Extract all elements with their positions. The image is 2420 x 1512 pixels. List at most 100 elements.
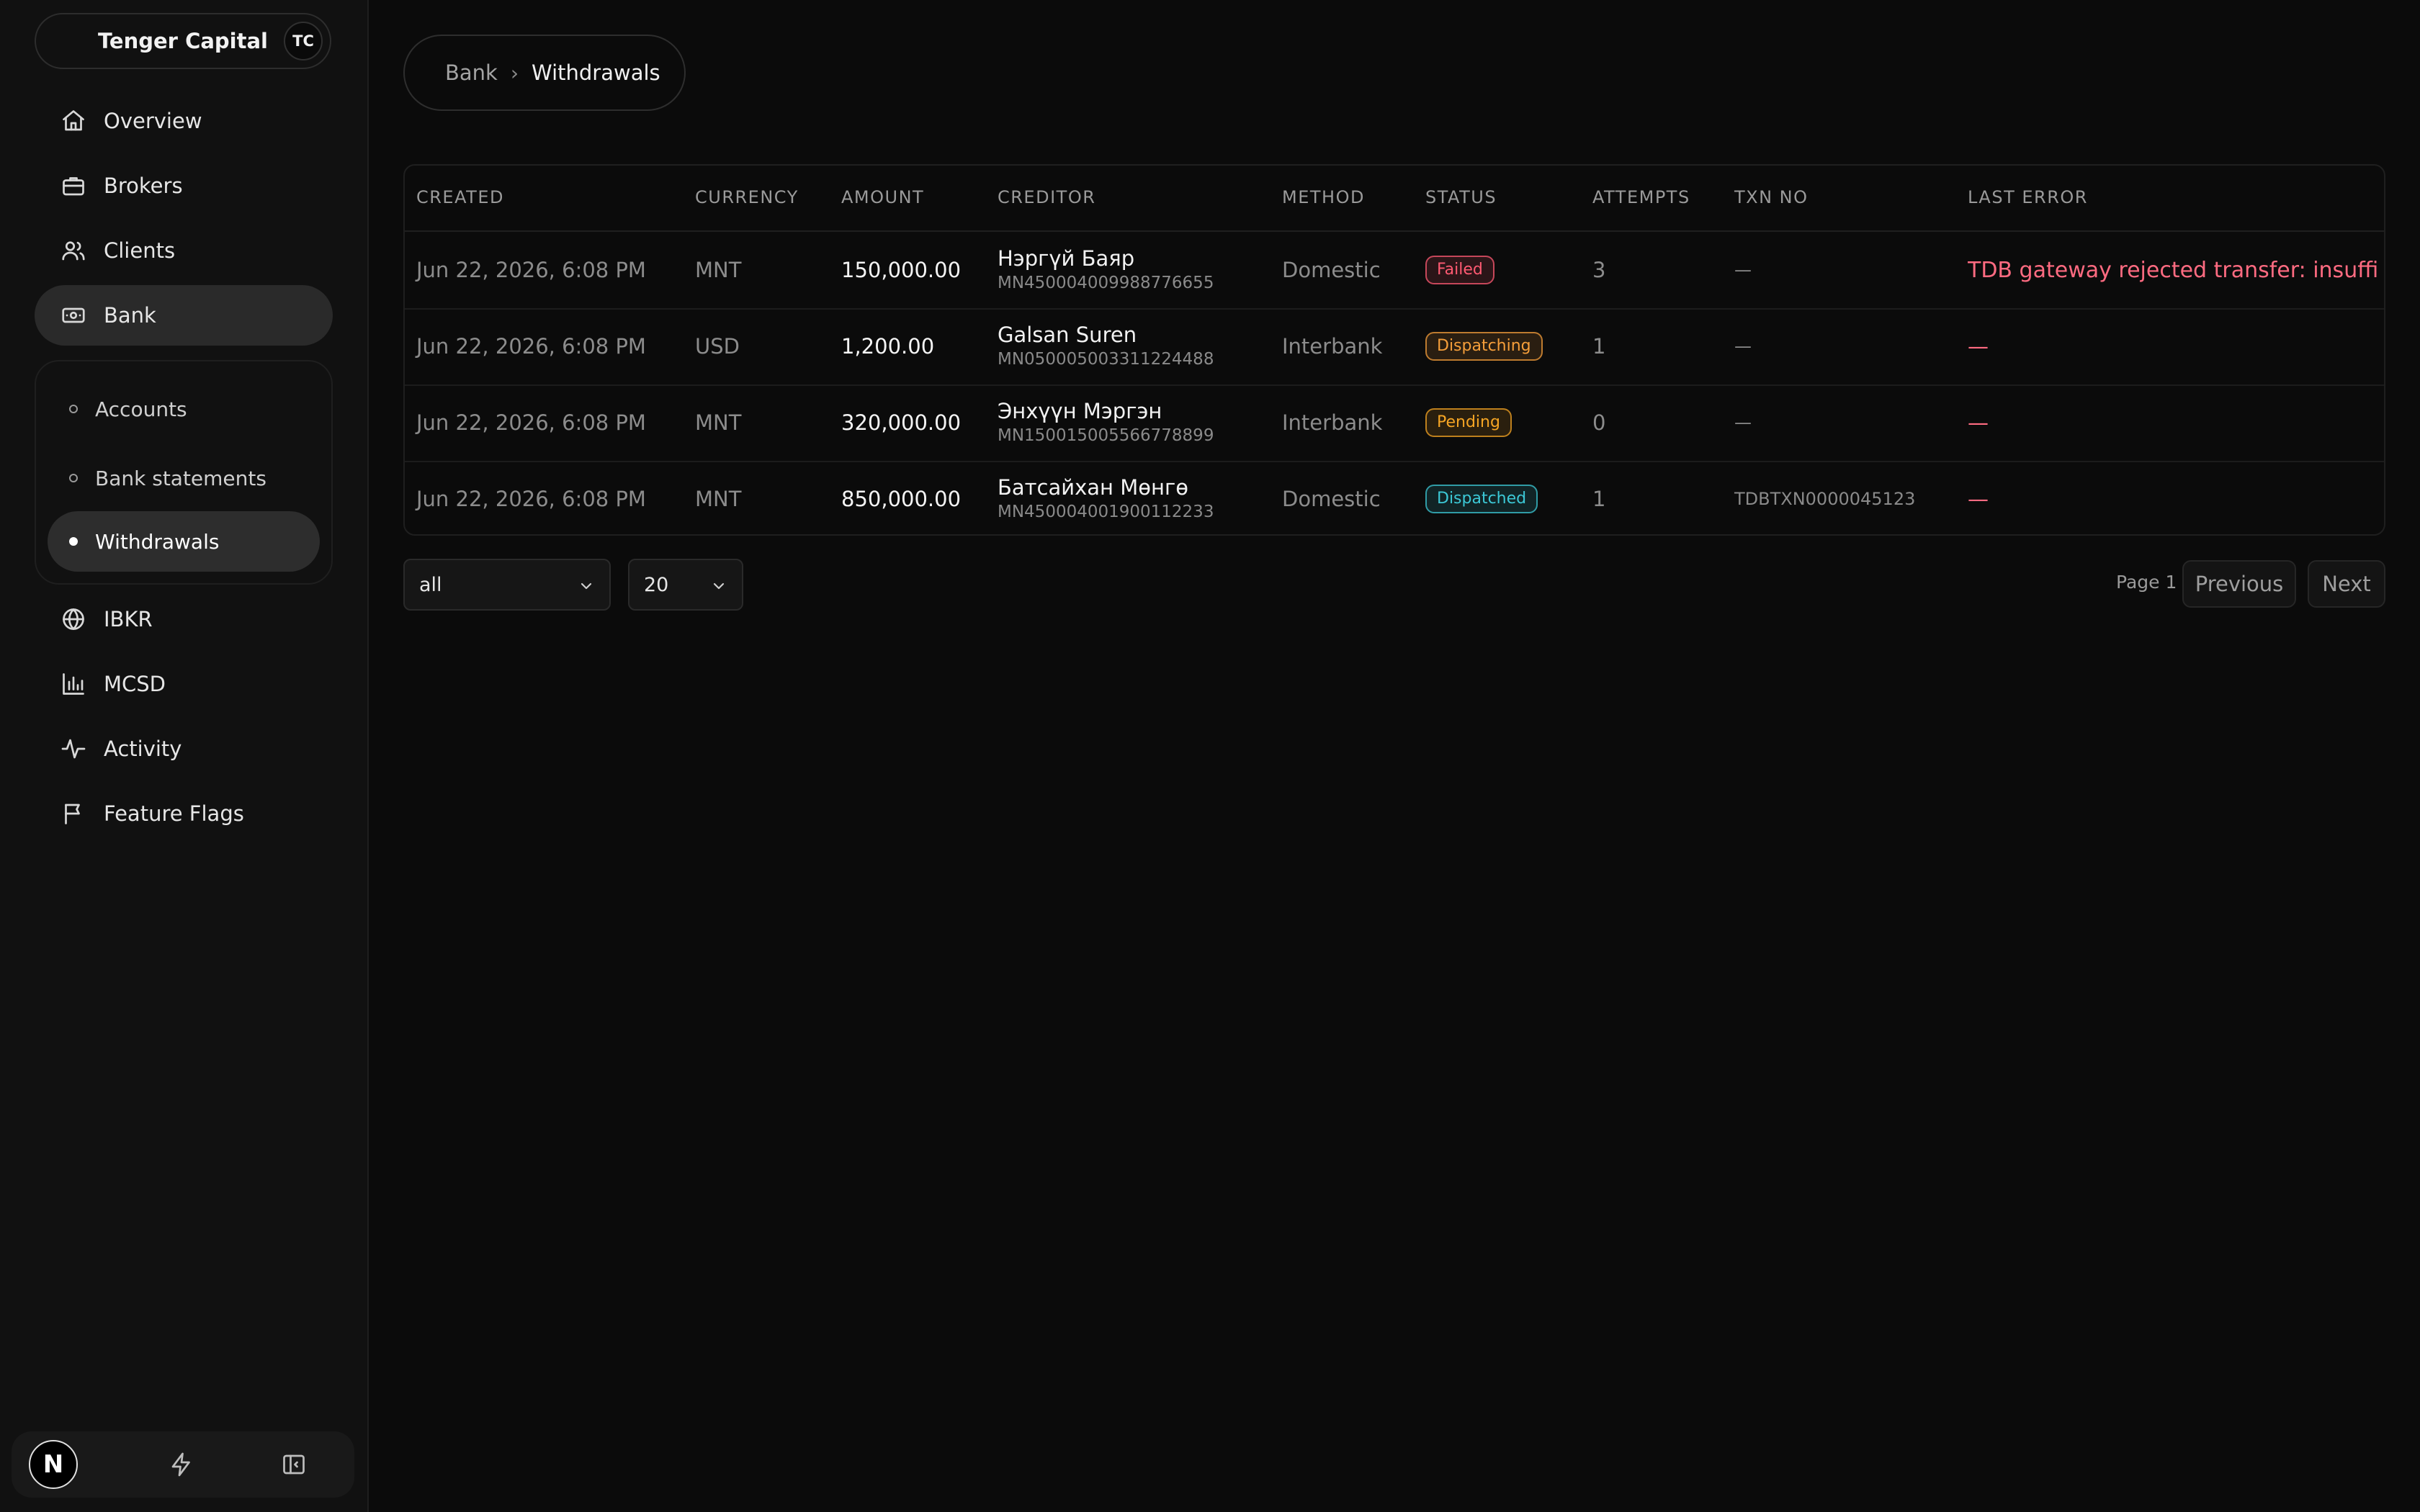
sidebar: Tenger Capital TC Overview Brokers Clien… xyxy=(0,0,369,1512)
breadcrumb-separator: › xyxy=(510,60,519,85)
column-header-amount: AMOUNT xyxy=(841,187,925,207)
breadcrumb: Bank › Withdrawals xyxy=(403,35,686,111)
nav-item-clients[interactable]: Clients xyxy=(35,220,333,281)
withdrawals-table: CREATED CURRENCY AMOUNT CREDITOR METHOD … xyxy=(403,164,2385,536)
subnav-item-accounts[interactable]: Accounts xyxy=(48,379,320,439)
cell-currency: USD xyxy=(695,334,740,359)
subnav-item-label: Accounts xyxy=(95,397,187,421)
nav-item-overview[interactable]: Overview xyxy=(35,91,333,151)
creditor-account: MN150015005566778899 xyxy=(998,426,1214,445)
chevron-down-icon xyxy=(710,577,727,595)
bullet-icon xyxy=(69,405,78,413)
cell-attempts: 0 xyxy=(1592,410,1606,435)
cell-txn-no: — xyxy=(1734,260,1752,280)
cell-creditor: Нэргүй Баяр MN450004009988776655 xyxy=(998,232,1214,308)
creditor-account: MN450004009988776655 xyxy=(998,274,1214,292)
home-icon xyxy=(60,108,86,134)
nav-item-feature-flags[interactable]: Feature Flags xyxy=(35,783,333,844)
subnav-item-bank-statements[interactable]: Bank statements xyxy=(48,448,320,508)
cell-created: Jun 22, 2026, 6:08 PM xyxy=(416,410,646,435)
column-header-currency: CURRENCY xyxy=(695,187,799,207)
table-row[interactable]: Jun 22, 2026, 6:08 PM USD 1,200.00 Galsa… xyxy=(405,308,2384,386)
nav-item-bank[interactable]: Bank xyxy=(35,285,333,346)
nav-item-activity[interactable]: Activity xyxy=(35,719,333,779)
cell-amount: 320,000.00 xyxy=(841,410,962,435)
cell-status: Dispatched xyxy=(1425,461,1538,534)
cell-method: Interbank xyxy=(1282,410,1383,435)
table-row[interactable]: Jun 22, 2026, 6:08 PM MNT 850,000.00 Бат… xyxy=(405,461,2384,534)
cell-last-error: — xyxy=(1968,410,1989,435)
subnav-item-withdrawals[interactable]: Withdrawals xyxy=(48,511,320,572)
nav-item-label: IBKR xyxy=(104,607,153,631)
cell-method: Domestic xyxy=(1282,487,1381,511)
column-header-creditor: CREDITOR xyxy=(998,187,1096,207)
nav-item-mcsd[interactable]: MCSD xyxy=(35,654,333,714)
cell-created: Jun 22, 2026, 6:08 PM xyxy=(416,487,646,511)
users-icon xyxy=(60,238,86,264)
creditor-account: MN450004001900112233 xyxy=(998,503,1214,521)
column-header-last-error: LAST ERROR xyxy=(1968,187,2088,207)
table-row[interactable]: Jun 22, 2026, 6:08 PM MNT 150,000.00 Нэр… xyxy=(405,232,2384,310)
page-size-select[interactable]: 20 xyxy=(628,559,743,611)
cell-status: Dispatching xyxy=(1425,308,1543,384)
column-header-status: STATUS xyxy=(1425,187,1497,207)
cell-last-error: — xyxy=(1968,334,1989,359)
previous-button[interactable]: Previous xyxy=(2182,560,2296,608)
cell-txn-no: — xyxy=(1734,413,1752,433)
status-badge: Dispatched xyxy=(1425,485,1538,513)
cell-creditor: Galsan Suren MN050005003311224488 xyxy=(998,308,1214,384)
nav-item-label: Bank xyxy=(104,303,156,328)
bullet-icon xyxy=(69,537,78,546)
brand-switcher[interactable]: Tenger Capital TC xyxy=(35,13,331,69)
nav-item-ibkr[interactable]: IBKR xyxy=(35,589,333,649)
nav-item-label: Clients xyxy=(104,238,176,263)
nav-item-label: Overview xyxy=(104,109,202,133)
status-filter-value: all xyxy=(419,573,442,596)
column-header-method: METHOD xyxy=(1282,187,1365,207)
table-row[interactable]: Jun 22, 2026, 6:08 PM MNT 320,000.00 Энх… xyxy=(405,384,2384,462)
column-header-attempts: ATTEMPTS xyxy=(1592,187,1690,207)
cell-txn-no: — xyxy=(1734,336,1752,356)
status-badge: Dispatching xyxy=(1425,332,1543,361)
cell-last-error: TDB gateway rejected transfer: insuffici… xyxy=(1968,232,2377,308)
cell-creditor: Энхүүн Мэргэн MN150015005566778899 xyxy=(998,384,1214,461)
cell-txn-no: TDBTXN0000045123 xyxy=(1734,489,1916,509)
cell-attempts: 3 xyxy=(1592,258,1606,282)
creditor-name: Нэргүй Баяр xyxy=(998,246,1135,271)
status-badge: Pending xyxy=(1425,408,1512,437)
cell-status: Pending xyxy=(1425,384,1512,461)
bar-chart-icon xyxy=(60,671,86,697)
sidebar-footer: N xyxy=(12,1431,354,1498)
panel-collapse-icon[interactable] xyxy=(281,1452,307,1477)
cell-amount: 850,000.00 xyxy=(841,487,962,511)
zap-icon[interactable] xyxy=(169,1452,194,1477)
bullet-icon xyxy=(69,474,78,482)
cell-attempts: 1 xyxy=(1592,334,1606,359)
creditor-name: Батсайхан Мөнгө xyxy=(998,475,1188,500)
flag-icon xyxy=(60,801,86,827)
cell-last-error: — xyxy=(1968,487,1989,511)
cell-attempts: 1 xyxy=(1592,487,1606,511)
cell-currency: MNT xyxy=(695,487,742,511)
last-error-text: TDB gateway rejected transfer: insuffici… xyxy=(1968,257,2377,283)
table-header: CREATED CURRENCY AMOUNT CREDITOR METHOD … xyxy=(405,166,2384,232)
nav-item-brokers[interactable]: Brokers xyxy=(35,156,333,216)
cell-currency: MNT xyxy=(695,258,742,282)
subnav-item-label: Withdrawals xyxy=(95,529,220,554)
status-filter-select[interactable]: all xyxy=(403,559,611,611)
page-size-value: 20 xyxy=(644,573,669,596)
cell-status: Failed xyxy=(1425,232,1494,308)
next-button[interactable]: Next xyxy=(2308,560,2385,608)
brand-name: Tenger Capital xyxy=(98,29,268,53)
cell-method: Interbank xyxy=(1282,334,1383,359)
cell-creditor: Батсайхан Мөнгө MN450004001900112233 xyxy=(998,461,1214,534)
cell-created: Jun 22, 2026, 6:08 PM xyxy=(416,258,646,282)
cell-created: Jun 22, 2026, 6:08 PM xyxy=(416,334,646,359)
creditor-account: MN050005003311224488 xyxy=(998,350,1214,369)
app-logo[interactable]: N xyxy=(29,1440,78,1489)
nav-item-label: Feature Flags xyxy=(104,801,244,826)
bank-subnav: Accounts Bank statements Withdrawals xyxy=(35,360,333,585)
nav-item-label: Brokers xyxy=(104,174,183,198)
breadcrumb-parent[interactable]: Bank xyxy=(445,60,498,85)
nav-item-label: Activity xyxy=(104,737,182,761)
